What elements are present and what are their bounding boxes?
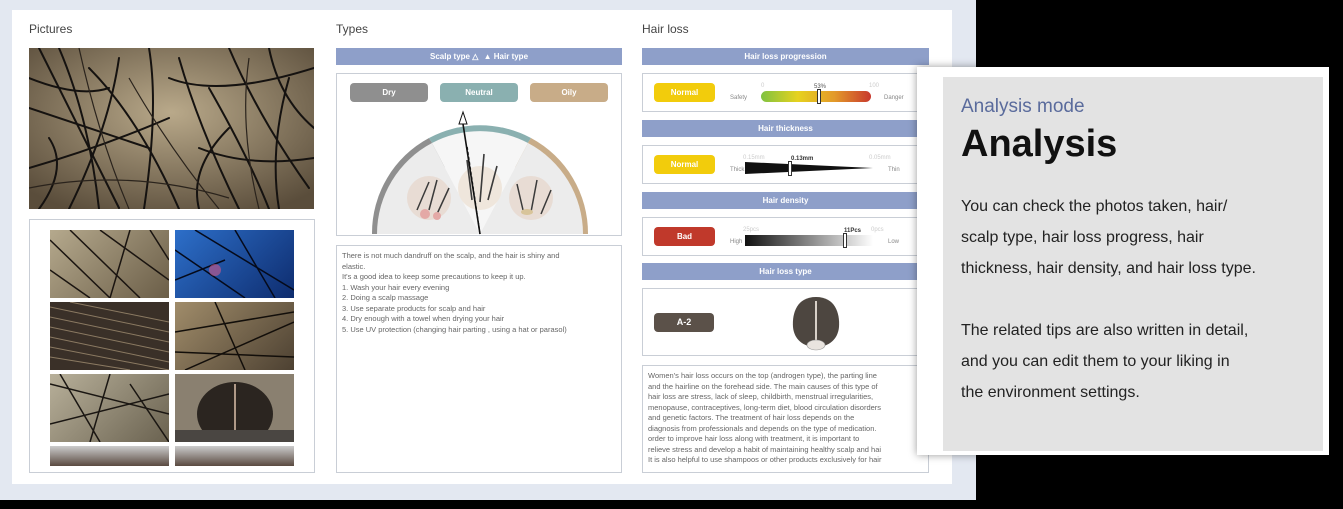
oily-hair-illustration bbox=[509, 176, 553, 220]
head-top-icon bbox=[792, 297, 840, 351]
thumbnail-7[interactable] bbox=[50, 446, 169, 466]
analysis-window: Pictures Types Scalp type △ ▲ Hair type … bbox=[12, 10, 952, 484]
density-banner: Hair density bbox=[642, 192, 929, 209]
thumbnail-1[interactable] bbox=[49, 229, 170, 299]
types-title: Types bbox=[336, 22, 369, 36]
tip-line: It's a good idea to keep some precaution… bbox=[342, 272, 526, 281]
desc-line: menopause, contraceptives, long-term die… bbox=[648, 402, 882, 412]
tip-line: 1. Wash your hair every evening bbox=[342, 282, 450, 292]
tip-line: elastic. bbox=[342, 261, 366, 271]
tip-line: 5. Use UV protection (changing hair part… bbox=[342, 324, 567, 334]
panel-line: and you can edit them to your liking in bbox=[961, 353, 1230, 370]
scalp-type-label: Scalp type bbox=[429, 52, 470, 61]
loss-type-description[interactable]: Women's hair loss occurs on the top (and… bbox=[642, 365, 929, 473]
tip-line: There is not much dandruff on the scalp,… bbox=[342, 251, 560, 260]
main-photo[interactable] bbox=[29, 48, 314, 209]
density-min-label: 25pcs bbox=[743, 227, 760, 233]
density-max-label: 0pcs bbox=[871, 227, 884, 233]
tip-line: 2. Doing a scalp massage bbox=[342, 293, 429, 302]
panel-line: the environment settings. bbox=[961, 384, 1140, 401]
panel-line: You can check the photos taken, hair/ bbox=[961, 198, 1228, 215]
loss-type-badge: A-2 bbox=[654, 313, 714, 332]
loss-type-banner: Hair loss type bbox=[642, 263, 929, 280]
desc-line: order to improve hair loss along with tr… bbox=[648, 434, 860, 443]
type-gauge bbox=[371, 110, 589, 235]
desc-line: It is also helpful to use shampoos or ot… bbox=[648, 455, 882, 464]
thickness-min-label: 0.15mm bbox=[743, 155, 765, 161]
loss-type-box: A-2 bbox=[642, 288, 929, 356]
panel-label: Analysis mode bbox=[961, 96, 1085, 117]
panel-heading: Analysis bbox=[961, 123, 1118, 165]
progression-banner: Hair loss progression bbox=[642, 48, 929, 65]
panel-body: You can check the photos taken, hair/ sc… bbox=[961, 191, 1311, 408]
progression-left-label: Safety bbox=[730, 95, 748, 101]
thumbnail-5[interactable] bbox=[49, 373, 170, 443]
thickness-banner: Hair thickness bbox=[642, 120, 929, 137]
type-tips-box[interactable]: There is not much dandruff on the scalp,… bbox=[336, 245, 622, 473]
thickness-marker bbox=[787, 161, 792, 176]
panel-line bbox=[961, 284, 1311, 315]
progression-marker bbox=[817, 89, 822, 104]
progression-bar bbox=[761, 91, 871, 102]
desc-line: diagnosis from professionals and depends… bbox=[648, 423, 877, 433]
panel-line: scalp type, hair loss progress, hair bbox=[961, 229, 1204, 246]
desc-line: and genetic factors. The treatment of ha… bbox=[648, 413, 855, 422]
oily-button[interactable]: Oily bbox=[530, 83, 608, 102]
thumbnail-gallery[interactable] bbox=[29, 219, 315, 473]
progression-row: Normal Safety Danger 0 100 53% bbox=[642, 73, 929, 112]
density-left-label: High bbox=[730, 239, 743, 245]
thickness-status-badge: Normal bbox=[654, 155, 715, 174]
tip-line: 4. Dry enough with a towel when drying y… bbox=[342, 314, 505, 323]
tip-line: 3. Use separate products for scalp and h… bbox=[342, 303, 486, 313]
scalp-type-icon: △ bbox=[472, 52, 479, 61]
analysis-info-panel: Analysis mode Analysis You can check the… bbox=[917, 67, 1329, 455]
pictures-title: Pictures bbox=[29, 22, 73, 36]
thickness-row: Normal Thick Thin 0.15mm 0.05mm 0.13mm bbox=[642, 145, 929, 184]
density-right-label: Low bbox=[888, 239, 900, 245]
thickness-right-label: Thin bbox=[888, 167, 900, 173]
needle-tip-icon bbox=[458, 110, 468, 125]
progression-right-label: Danger bbox=[884, 95, 904, 101]
desc-line: hair loss are stress, lack of sleep, chi… bbox=[648, 392, 874, 401]
hair-loss-title: Hair loss bbox=[642, 22, 689, 36]
hair-type-label: Hair type bbox=[493, 52, 529, 61]
type-gauge-box: Dry Neutral Oily bbox=[336, 73, 622, 236]
desc-line: Women's hair loss occurs on the top (and… bbox=[648, 371, 877, 380]
desc-line: relieve stress and develop a habit of ma… bbox=[648, 444, 882, 454]
density-marker bbox=[842, 233, 847, 248]
neutral-button[interactable]: Neutral bbox=[440, 83, 518, 102]
density-row: Bad High Low 25pcs 0pcs 11Pcs bbox=[642, 217, 929, 256]
hair-type-icon: ▲ bbox=[483, 52, 492, 61]
progression-max-label: 100 bbox=[869, 83, 880, 89]
desc-line: and the hairline on the forehead side. T… bbox=[648, 381, 878, 391]
thumbnail-2[interactable] bbox=[174, 229, 295, 299]
panel-line: The related tips are also written in det… bbox=[961, 322, 1249, 339]
panel-line: thickness, hair density, and hair loss t… bbox=[961, 260, 1256, 277]
dry-button[interactable]: Dry bbox=[350, 83, 428, 102]
density-status-badge: Bad bbox=[654, 227, 715, 246]
dry-hair-illustration bbox=[407, 176, 451, 220]
types-banner: Scalp type △ ▲ Hair type bbox=[336, 48, 622, 65]
thumbnail-8[interactable] bbox=[175, 446, 294, 466]
thickness-max-label: 0.05mm bbox=[869, 155, 891, 161]
thumbnail-3[interactable] bbox=[49, 301, 170, 371]
progression-status-badge: Normal bbox=[654, 83, 715, 102]
thickness-left-label: Thick bbox=[730, 167, 745, 173]
thickness-wedge bbox=[745, 162, 873, 174]
progression-min-label: 0 bbox=[761, 83, 765, 89]
density-bar bbox=[745, 235, 873, 246]
thumbnail-4[interactable] bbox=[174, 301, 295, 371]
thumbnail-6[interactable] bbox=[175, 374, 294, 446]
